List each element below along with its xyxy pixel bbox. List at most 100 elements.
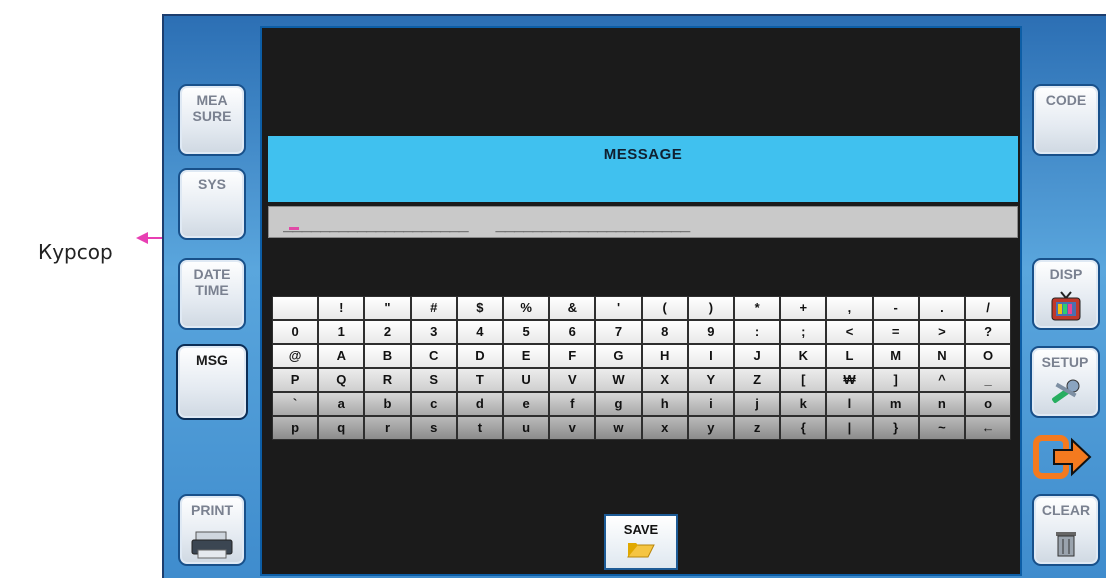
key-5-9[interactable]: y	[687, 416, 734, 440]
key-3-14[interactable]: ^	[918, 368, 965, 392]
measure-button[interactable]: MEA SURE	[178, 84, 246, 156]
key-2-2[interactable]: B	[364, 344, 411, 368]
key-0-0[interactable]	[272, 296, 319, 320]
key-5-13[interactable]: }	[872, 416, 919, 440]
key-1-8[interactable]: 8	[641, 320, 688, 344]
key-4-12[interactable]: l	[826, 392, 873, 416]
key-5-2[interactable]: r	[364, 416, 411, 440]
key-4-8[interactable]: h	[641, 392, 688, 416]
key-5-14[interactable]: ~	[918, 416, 965, 440]
key-4-7[interactable]: g	[595, 392, 642, 416]
key-4-4[interactable]: d	[456, 392, 503, 416]
key-1-15[interactable]: ?	[965, 320, 1012, 344]
key-4-3[interactable]: c	[410, 392, 457, 416]
key-3-7[interactable]: W	[595, 368, 642, 392]
key-0-12[interactable]: ,	[826, 296, 873, 320]
key-5-8[interactable]: x	[641, 416, 688, 440]
code-button[interactable]: CODE	[1032, 84, 1100, 156]
key-0-3[interactable]: #	[410, 296, 457, 320]
key-5-7[interactable]: w	[595, 416, 642, 440]
key-4-0[interactable]: `	[272, 392, 319, 416]
key-3-8[interactable]: X	[641, 368, 688, 392]
key-2-14[interactable]: N	[918, 344, 965, 368]
clear-button[interactable]: CLEAR	[1032, 494, 1100, 566]
key-1-13[interactable]: =	[872, 320, 919, 344]
key-4-11[interactable]: k	[780, 392, 827, 416]
key-3-9[interactable]: Y	[687, 368, 734, 392]
key-1-6[interactable]: 6	[549, 320, 596, 344]
key-5-3[interactable]: s	[410, 416, 457, 440]
key-1-5[interactable]: 5	[503, 320, 550, 344]
setup-button[interactable]: SETUP	[1030, 346, 1100, 418]
key-1-4[interactable]: 4	[456, 320, 503, 344]
key-2-10[interactable]: J	[734, 344, 781, 368]
key-2-6[interactable]: F	[549, 344, 596, 368]
exit-icon[interactable]	[1032, 432, 1094, 482]
key-2-11[interactable]: K	[780, 344, 827, 368]
key-3-11[interactable]: [	[780, 368, 827, 392]
key-2-9[interactable]: I	[687, 344, 734, 368]
key-0-9[interactable]: )	[687, 296, 734, 320]
key-5-1[interactable]: q	[318, 416, 365, 440]
sys-button[interactable]: SYS	[178, 168, 246, 240]
key-5-10[interactable]: z	[734, 416, 781, 440]
key-3-2[interactable]: R	[364, 368, 411, 392]
key-4-13[interactable]: m	[872, 392, 919, 416]
key-1-10[interactable]: :	[734, 320, 781, 344]
key-3-15[interactable]: _	[965, 368, 1012, 392]
key-2-3[interactable]: C	[410, 344, 457, 368]
key-4-5[interactable]: e	[503, 392, 550, 416]
key-1-12[interactable]: <	[826, 320, 873, 344]
key-0-14[interactable]: .	[918, 296, 965, 320]
key-3-3[interactable]: S	[410, 368, 457, 392]
key-4-14[interactable]: n	[918, 392, 965, 416]
key-3-12[interactable]: ₩	[826, 368, 873, 392]
key-1-11[interactable]: ;	[780, 320, 827, 344]
key-4-9[interactable]: i	[687, 392, 734, 416]
print-button[interactable]: PRINT	[178, 494, 246, 566]
key-0-13[interactable]: -	[872, 296, 919, 320]
key-5-0[interactable]: p	[272, 416, 319, 440]
key-1-2[interactable]: 2	[364, 320, 411, 344]
key-1-3[interactable]: 3	[410, 320, 457, 344]
key-2-0[interactable]: @	[272, 344, 319, 368]
key-2-4[interactable]: D	[456, 344, 503, 368]
key-3-6[interactable]: V	[549, 368, 596, 392]
key-2-8[interactable]: H	[641, 344, 688, 368]
key-0-1[interactable]: !	[318, 296, 365, 320]
key-1-14[interactable]: >	[918, 320, 965, 344]
key-3-0[interactable]: P	[272, 368, 319, 392]
key-0-8[interactable]: (	[641, 296, 688, 320]
key-0-11[interactable]: +	[780, 296, 827, 320]
msg-button[interactable]: MSG	[176, 344, 248, 420]
key-3-1[interactable]: Q	[318, 368, 365, 392]
key-3-13[interactable]: ]	[872, 368, 919, 392]
key-5-11[interactable]: {	[780, 416, 827, 440]
key-5-5[interactable]: u	[503, 416, 550, 440]
key-1-1[interactable]: 1	[318, 320, 365, 344]
key-0-4[interactable]: $	[456, 296, 503, 320]
key-4-15[interactable]: o	[965, 392, 1012, 416]
key-4-10[interactable]: j	[734, 392, 781, 416]
key-2-15[interactable]: O	[965, 344, 1012, 368]
key-3-5[interactable]: U	[503, 368, 550, 392]
key-4-2[interactable]: b	[364, 392, 411, 416]
key-2-13[interactable]: M	[872, 344, 919, 368]
key-3-10[interactable]: Z	[734, 368, 781, 392]
key-0-7[interactable]: '	[595, 296, 642, 320]
key-4-1[interactable]: a	[318, 392, 365, 416]
date-time-button[interactable]: DATE TIME	[178, 258, 246, 330]
key-2-5[interactable]: E	[503, 344, 550, 368]
key-1-7[interactable]: 7	[595, 320, 642, 344]
key-0-2[interactable]: "	[364, 296, 411, 320]
key-1-9[interactable]: 9	[687, 320, 734, 344]
key-2-7[interactable]: G	[595, 344, 642, 368]
key-0-10[interactable]: *	[734, 296, 781, 320]
key-5-12[interactable]: |	[826, 416, 873, 440]
message-input[interactable]: ____________________ ___________________…	[268, 206, 1018, 238]
key-0-6[interactable]: &	[549, 296, 596, 320]
key-2-12[interactable]: L	[826, 344, 873, 368]
key-1-0[interactable]: 0	[272, 320, 319, 344]
key-0-15[interactable]: /	[965, 296, 1012, 320]
key-3-4[interactable]: T	[456, 368, 503, 392]
